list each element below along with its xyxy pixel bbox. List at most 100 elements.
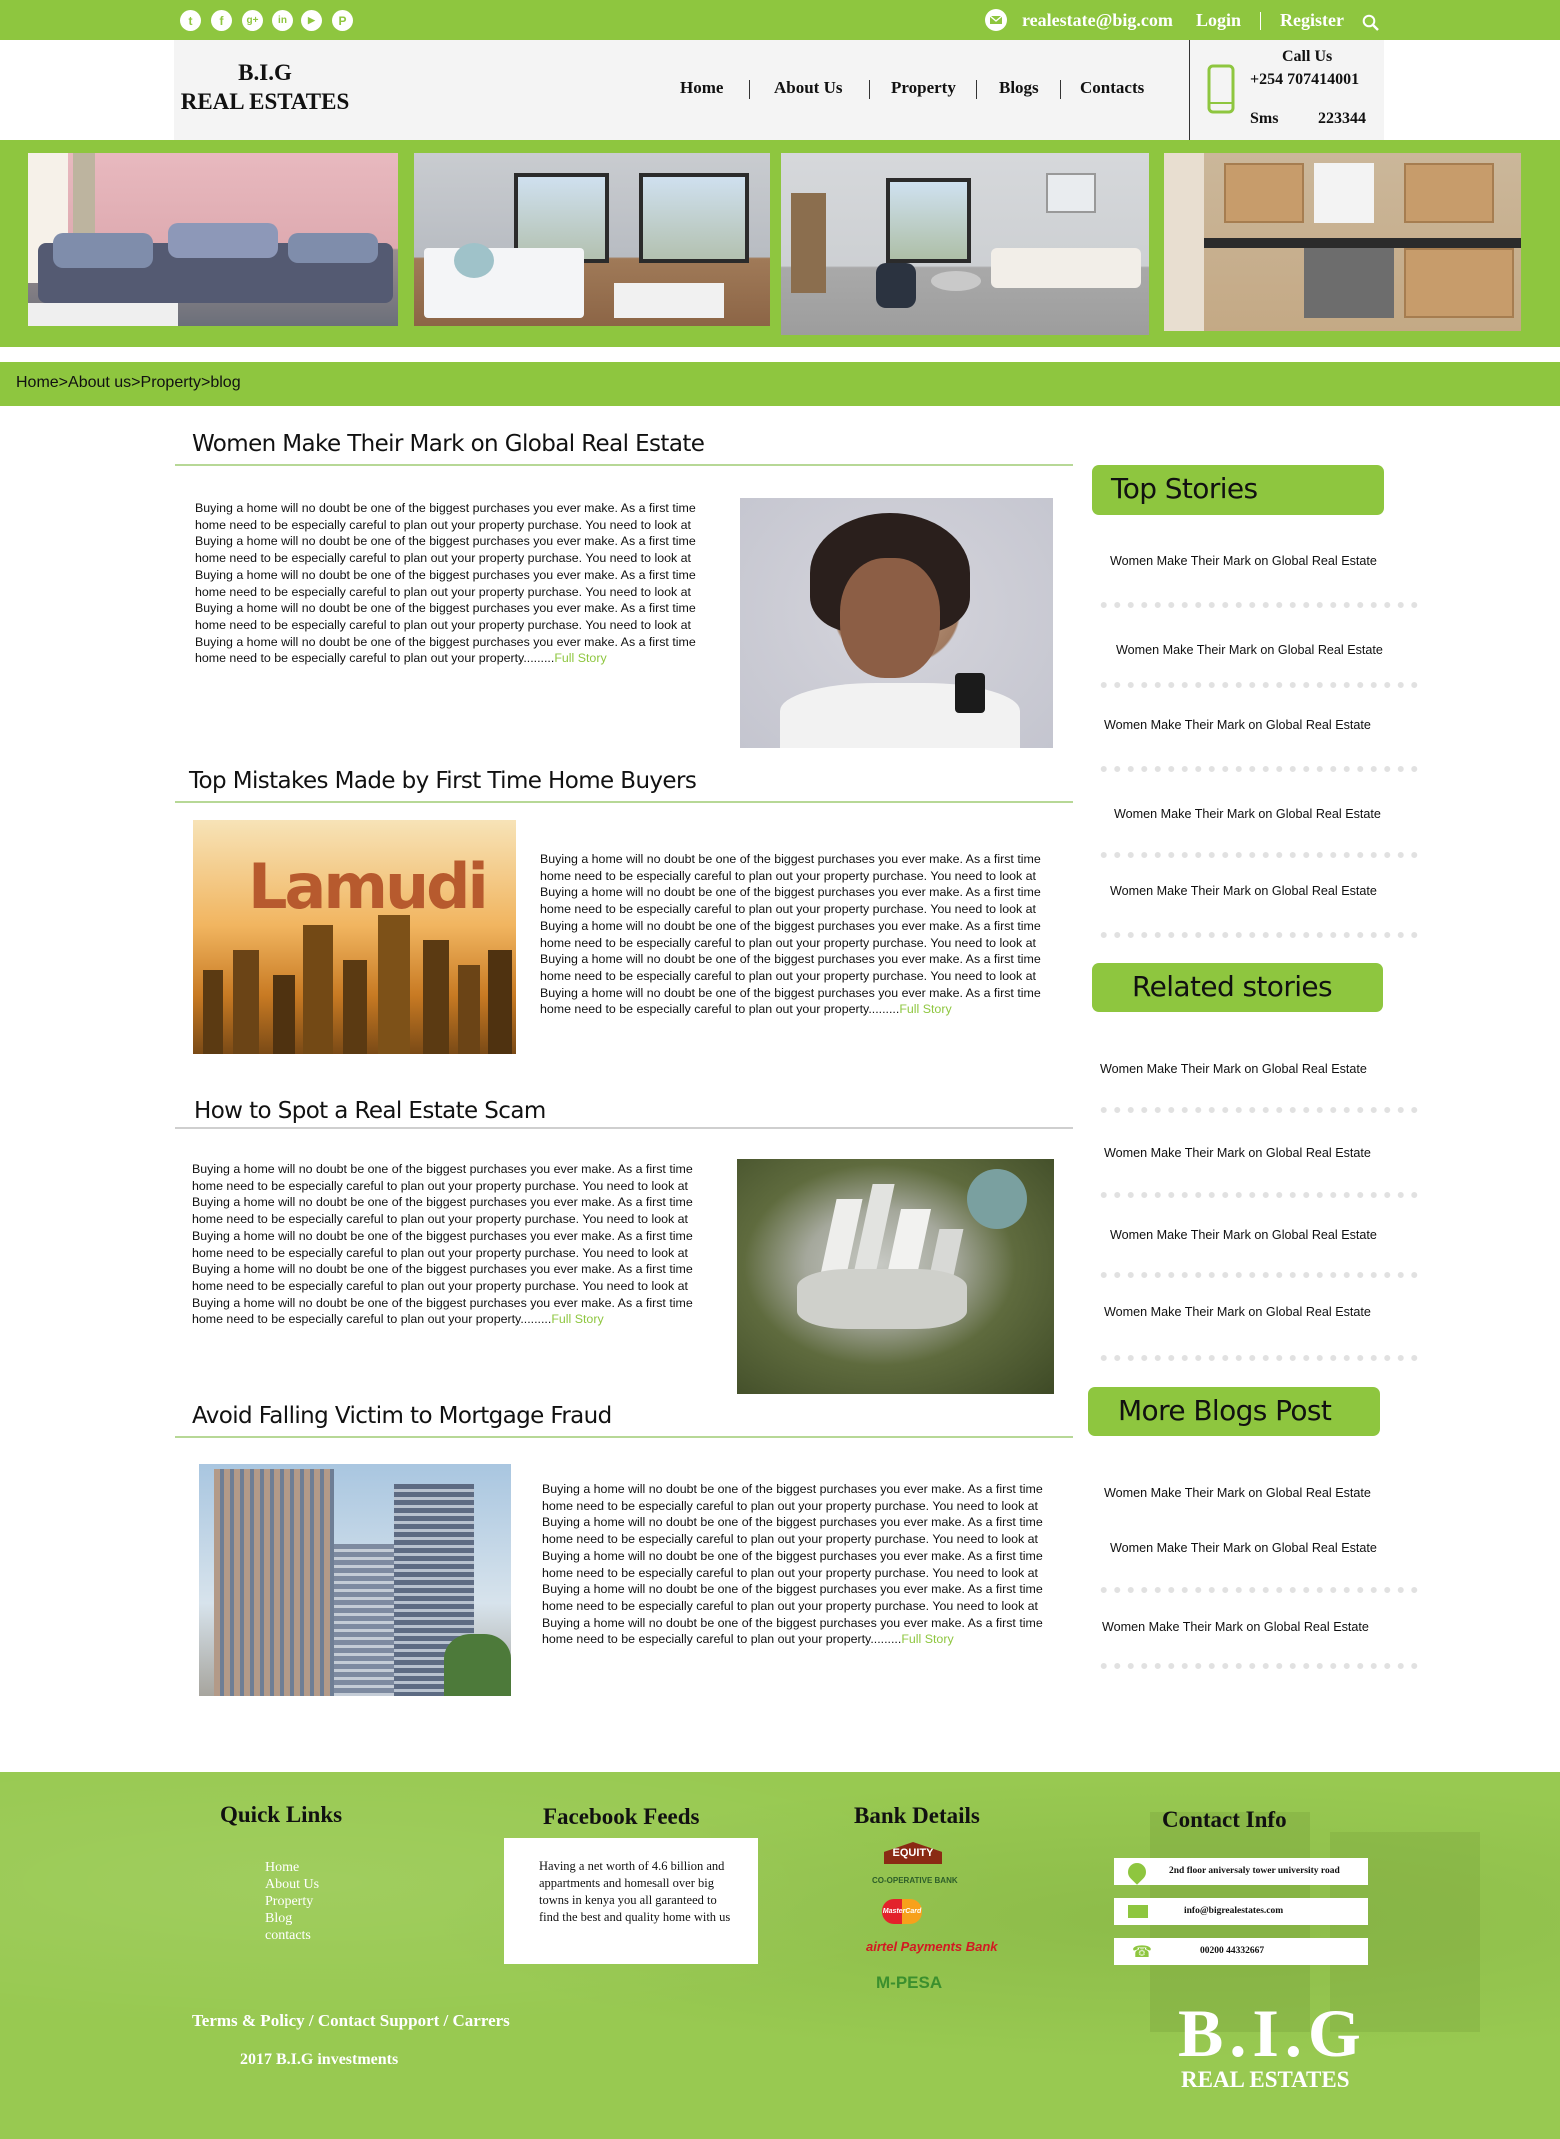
full-story-link[interactable]: Full Story bbox=[551, 1312, 603, 1326]
city-aerial-photo[interactable] bbox=[737, 1159, 1054, 1394]
dotted-separator bbox=[1097, 765, 1422, 773]
nav-home[interactable]: Home bbox=[680, 78, 723, 98]
post-excerpt: Buying a home will no doubt be one of th… bbox=[195, 501, 696, 666]
top-story-link[interactable]: Women Make Their Mark on Global Real Est… bbox=[1110, 884, 1377, 898]
phone-number[interactable]: +254 707414001 bbox=[1250, 71, 1359, 89]
related-story-link[interactable]: Women Make Their Mark on Global Real Est… bbox=[1100, 1062, 1367, 1076]
post-excerpt: Buying a home will no doubt be one of th… bbox=[540, 852, 1041, 1017]
nav-divider bbox=[869, 80, 870, 99]
pinterest-icon[interactable]: P bbox=[332, 10, 353, 31]
nav-about-us[interactable]: About Us bbox=[774, 78, 843, 98]
nav-divider bbox=[1060, 80, 1061, 99]
bedroom-photo[interactable] bbox=[414, 153, 770, 326]
mpesa-logo[interactable]: M-PESA bbox=[876, 1973, 942, 1993]
mobile-phone-icon bbox=[1207, 64, 1235, 119]
logo-line-2[interactable]: REAL ESTATES bbox=[176, 89, 354, 115]
linkedin-icon[interactable]: in bbox=[272, 10, 293, 31]
dotted-separator bbox=[1097, 681, 1422, 689]
sms-number[interactable]: 223344 bbox=[1318, 110, 1366, 128]
breadcrumb-bar: Home>About us>Property>blog bbox=[0, 362, 1560, 406]
footer-link-contacts[interactable]: contacts bbox=[265, 1928, 311, 1944]
location-icon bbox=[1124, 1859, 1150, 1885]
top-story-link[interactable]: Women Make Their Mark on Global Real Est… bbox=[1110, 554, 1377, 568]
title-underline bbox=[175, 1436, 1073, 1438]
related-story-link[interactable]: Women Make Their Mark on Global Real Est… bbox=[1104, 1305, 1371, 1319]
nav-divider bbox=[976, 80, 977, 99]
facebook-icon[interactable]: f bbox=[211, 10, 232, 31]
contact-phone[interactable]: ☎ 00200 44332667 bbox=[1114, 1938, 1368, 1965]
login-link[interactable]: Login bbox=[1196, 10, 1241, 31]
lamudi-logo-text: Lamudi bbox=[248, 850, 489, 923]
contact-email[interactable]: realestate@big.com bbox=[1022, 10, 1173, 31]
breadcrumb[interactable]: Home>About us>Property>blog bbox=[16, 374, 241, 392]
mail-icon bbox=[985, 9, 1007, 36]
header-divider bbox=[1189, 40, 1190, 140]
logo-line-1[interactable]: B.I.G bbox=[176, 60, 354, 86]
register-link[interactable]: Register bbox=[1280, 10, 1344, 31]
related-stories-heading: Related stories bbox=[1092, 963, 1383, 1012]
full-story-link[interactable]: Full Story bbox=[901, 1632, 953, 1646]
office-towers-photo[interactable] bbox=[199, 1464, 511, 1696]
lamudi-photo[interactable]: Lamudi bbox=[193, 820, 516, 1054]
related-story-link[interactable]: Women Make Their Mark on Global Real Est… bbox=[1110, 1228, 1377, 1242]
site-footer: Quick Links Home About Us Property Blog … bbox=[0, 1772, 1560, 2139]
phone-icon: ☎ bbox=[1132, 1942, 1152, 1961]
full-story-link[interactable]: Full Story bbox=[554, 651, 606, 665]
nav-blogs[interactable]: Blogs bbox=[999, 78, 1039, 98]
legal-links[interactable]: Terms & Policy / Contact Support / Carre… bbox=[192, 2011, 510, 2031]
contact-info-heading: Contact Info bbox=[1162, 1807, 1287, 1832]
dotted-separator bbox=[1097, 1106, 1422, 1114]
mail-icon bbox=[1128, 1905, 1148, 1918]
blog-post-link[interactable]: Women Make Their Mark on Global Real Est… bbox=[1110, 1541, 1377, 1555]
facebook-feed-box[interactable]: Having a net worth of 4.6 billion and ap… bbox=[504, 1838, 758, 1964]
more-blogs-heading: More Blogs Post bbox=[1088, 1387, 1380, 1436]
contact-email[interactable]: info@bigrealestates.com bbox=[1114, 1898, 1368, 1925]
call-us-label: Call Us bbox=[1282, 48, 1333, 65]
footer-link-property[interactable]: Property bbox=[265, 1894, 313, 1910]
dotted-separator bbox=[1097, 1662, 1422, 1670]
mastercard-logo[interactable]: MasterCard bbox=[882, 1899, 922, 1924]
dotted-separator bbox=[1097, 1354, 1422, 1362]
search-icon[interactable] bbox=[1362, 14, 1380, 37]
top-story-link[interactable]: Women Make Their Mark on Global Real Est… bbox=[1114, 807, 1381, 821]
living-room-photo[interactable] bbox=[28, 153, 398, 326]
footer-link-blog[interactable]: Blog bbox=[265, 1911, 292, 1927]
kitchen-photo[interactable] bbox=[1164, 153, 1521, 331]
lounge-photo[interactable] bbox=[781, 153, 1149, 335]
cooperative-bank-logo[interactable]: CO-OPERATIVE BANK bbox=[872, 1876, 958, 1885]
blog-post-link[interactable]: Women Make Their Mark on Global Real Est… bbox=[1102, 1620, 1369, 1634]
dotted-separator bbox=[1097, 1586, 1422, 1594]
post-excerpt: Buying a home will no doubt be one of th… bbox=[192, 1162, 693, 1327]
footer-link-home[interactable]: Home bbox=[265, 1860, 299, 1876]
youtube-icon[interactable]: ▶ bbox=[301, 10, 322, 31]
top-stories-heading: Top Stories bbox=[1092, 465, 1384, 515]
contact-address[interactable]: 2nd floor aniversaly tower university ro… bbox=[1114, 1858, 1368, 1885]
related-story-link[interactable]: Women Make Their Mark on Global Real Est… bbox=[1104, 1146, 1371, 1160]
post-title[interactable]: Top Mistakes Made by First Time Home Buy… bbox=[189, 768, 697, 794]
title-underline bbox=[175, 1127, 1073, 1129]
top-story-link[interactable]: Women Make Their Mark on Global Real Est… bbox=[1104, 718, 1371, 732]
nav-contacts[interactable]: Contacts bbox=[1080, 78, 1144, 98]
author-portrait-photo[interactable] bbox=[740, 498, 1053, 748]
title-underline bbox=[175, 464, 1073, 466]
top-story-link[interactable]: Women Make Their Mark on Global Real Est… bbox=[1116, 643, 1383, 657]
bank-details-heading: Bank Details bbox=[854, 1803, 980, 1828]
twitter-icon[interactable]: t bbox=[180, 10, 201, 31]
blog-post-link[interactable]: Women Make Their Mark on Global Real Est… bbox=[1104, 1486, 1371, 1500]
facebook-feeds-heading: Facebook Feeds bbox=[543, 1804, 700, 1829]
footer-logo[interactable]: B.I.G bbox=[1178, 1994, 1367, 2073]
nav-property[interactable]: Property bbox=[891, 78, 956, 98]
quick-links-heading: Quick Links bbox=[220, 1802, 343, 1827]
facebook-feed-text: Having a net worth of 4.6 billion and ap… bbox=[539, 1859, 731, 1924]
footer-link-about[interactable]: About Us bbox=[265, 1877, 319, 1893]
top-bar: t f g+ in ▶ P realestate@big.com Login R… bbox=[0, 0, 1560, 40]
google-plus-icon[interactable]: g+ bbox=[242, 10, 263, 31]
post-title[interactable]: Avoid Falling Victim to Mortgage Fraud bbox=[192, 1403, 612, 1429]
sms-label: Sms bbox=[1250, 110, 1279, 127]
dotted-separator bbox=[1097, 1271, 1422, 1279]
post-excerpt: Buying a home will no doubt be one of th… bbox=[542, 1482, 1043, 1647]
airtel-payments-logo[interactable]: airtel Payments Bank bbox=[866, 1939, 998, 1954]
post-title[interactable]: How to Spot a Real Estate Scam bbox=[194, 1098, 546, 1124]
full-story-link[interactable]: Full Story bbox=[899, 1002, 951, 1016]
post-title[interactable]: Women Make Their Mark on Global Real Est… bbox=[192, 431, 705, 457]
